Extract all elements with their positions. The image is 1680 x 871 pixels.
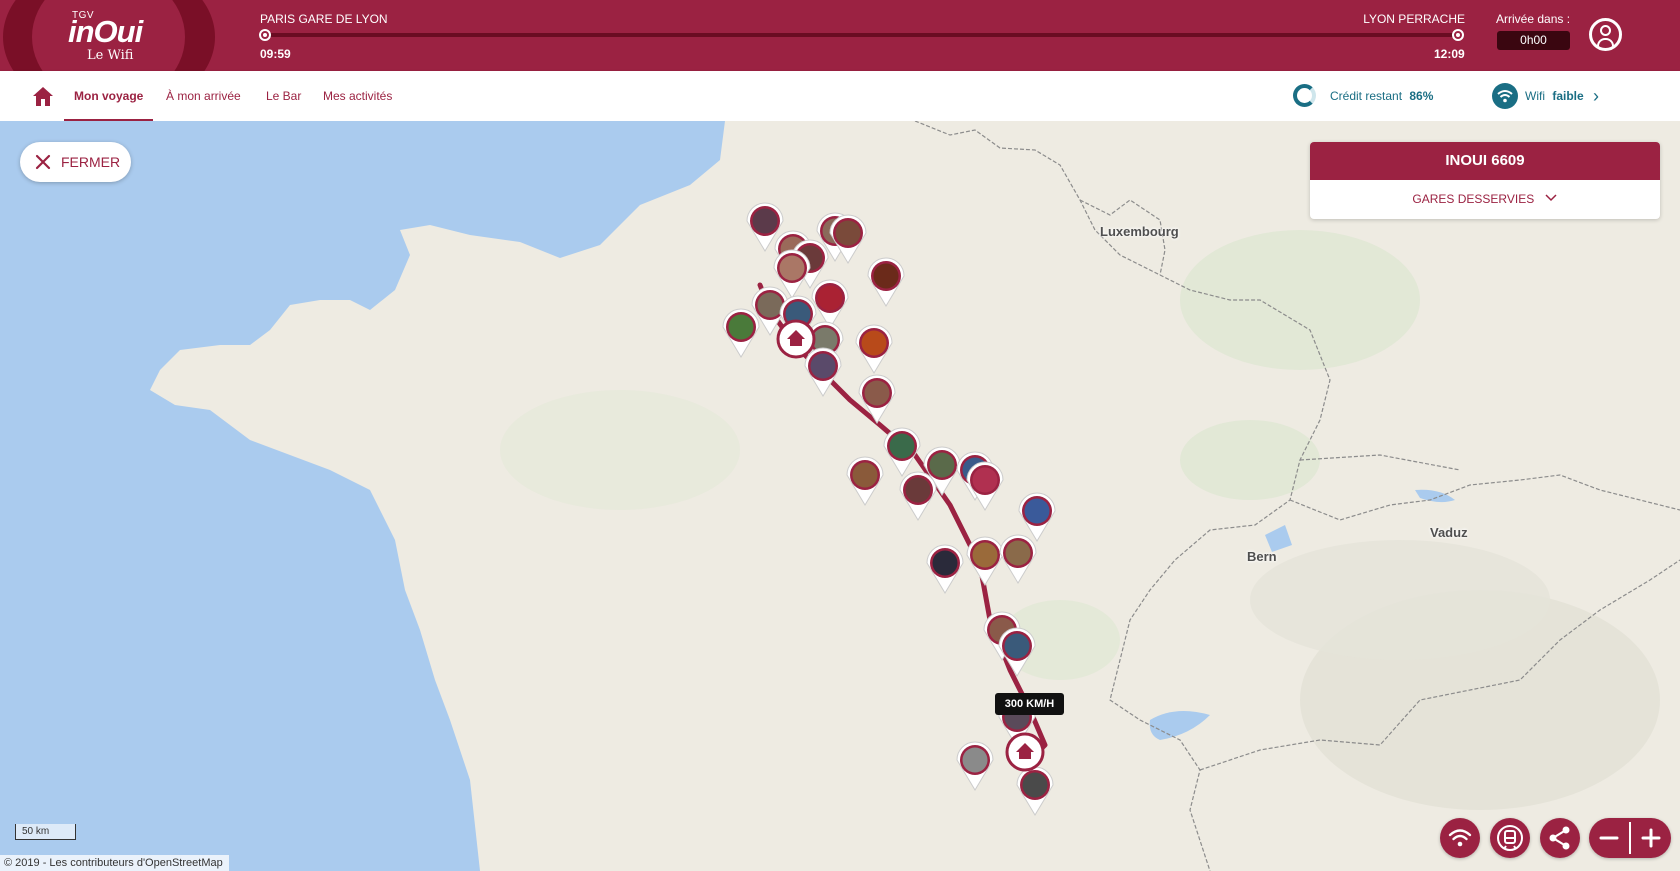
train-speed-badge: 300 KM/H bbox=[995, 693, 1064, 715]
user-account-icon[interactable] bbox=[1589, 18, 1622, 51]
share-icon bbox=[1549, 826, 1570, 850]
wifi-map-button[interactable] bbox=[1440, 818, 1480, 858]
tab-le-bar[interactable]: Le Bar bbox=[266, 71, 301, 121]
tab-mes-activites[interactable]: Mes activités bbox=[323, 71, 392, 121]
credit-remaining[interactable]: Crédit restant 86% bbox=[1293, 83, 1434, 109]
departure-station: PARIS GARE DE LYON bbox=[260, 12, 388, 26]
poi-marker[interactable] bbox=[855, 324, 893, 374]
journey-progress-track bbox=[265, 33, 1460, 37]
close-icon bbox=[35, 154, 51, 170]
arrival-station: LYON PERRACHE bbox=[1363, 12, 1465, 26]
zoom-out-button[interactable] bbox=[1589, 818, 1629, 858]
wifi-value: faible bbox=[1552, 89, 1584, 103]
poi-marker[interactable] bbox=[1018, 492, 1056, 542]
wifi-status[interactable]: Wifi faible bbox=[1525, 83, 1584, 109]
departure-dot bbox=[259, 29, 271, 41]
poi-marker[interactable] bbox=[899, 471, 937, 521]
poi-marker[interactable] bbox=[846, 456, 884, 506]
city-label-luxembourg: Luxembourg bbox=[1100, 224, 1179, 239]
poi-marker[interactable] bbox=[1016, 766, 1054, 816]
credit-label: Crédit restant bbox=[1330, 89, 1403, 103]
close-label: FERMER bbox=[61, 154, 121, 170]
arrival-in-label: Arrivée dans : bbox=[1496, 12, 1571, 26]
train-name: INOUI 6609 bbox=[1310, 142, 1660, 180]
poi-marker[interactable] bbox=[811, 279, 849, 329]
nav-bar: Mon voyage À mon arrivée Le Bar Mes acti… bbox=[0, 71, 1680, 121]
poi-marker[interactable] bbox=[966, 536, 1004, 586]
close-map-button[interactable]: FERMER bbox=[20, 142, 131, 182]
locate-train-button[interactable] bbox=[1490, 818, 1530, 858]
poi-marker[interactable] bbox=[858, 374, 896, 424]
home-icon[interactable] bbox=[32, 85, 54, 107]
poi-markers bbox=[722, 202, 1056, 816]
wifi-status-icon[interactable] bbox=[1492, 83, 1518, 109]
departure-time: 09:59 bbox=[260, 47, 291, 61]
tab-a-mon-arrivee[interactable]: À mon arrivée bbox=[166, 71, 241, 121]
station-marker[interactable] bbox=[1005, 732, 1045, 772]
minus-icon bbox=[1599, 836, 1619, 840]
served-stations-label: GARES DESSERVIES bbox=[1412, 192, 1535, 206]
wifi-label: Wifi bbox=[1525, 89, 1545, 103]
poi-marker[interactable] bbox=[722, 308, 760, 358]
map-attribution[interactable]: © 2019 - Les contributeurs d'OpenStreetM… bbox=[0, 855, 229, 871]
city-label-bern: Bern bbox=[1247, 549, 1277, 564]
chevron-right-icon[interactable]: › bbox=[1593, 83, 1599, 109]
poi-marker[interactable] bbox=[926, 544, 964, 594]
poi-marker[interactable] bbox=[867, 257, 905, 307]
station-marker[interactable] bbox=[776, 319, 816, 359]
credit-ring-icon bbox=[1293, 84, 1316, 107]
poi-marker[interactable] bbox=[883, 427, 921, 477]
poi-marker[interactable] bbox=[999, 534, 1037, 584]
plus-icon bbox=[1641, 828, 1661, 848]
map-scale: 50 km bbox=[15, 824, 76, 840]
train-info-card: INOUI 6609 GARES DESSERVIES bbox=[1310, 142, 1660, 219]
poi-marker[interactable] bbox=[956, 741, 994, 791]
top-bar: TGV inOui Le Wifi PARIS GARE DE LYON LYO… bbox=[0, 0, 1680, 71]
poi-marker[interactable] bbox=[966, 461, 1004, 511]
train-icon bbox=[1497, 825, 1523, 851]
logo-subtitle: Le Wifi bbox=[87, 48, 134, 63]
served-stations-toggle[interactable]: GARES DESSERVIES bbox=[1310, 180, 1660, 219]
poi-marker[interactable] bbox=[998, 627, 1036, 677]
share-button[interactable] bbox=[1540, 818, 1580, 858]
zoom-in-button[interactable] bbox=[1631, 818, 1671, 858]
map-view[interactable]: Luxembourg Bern Vaduz 300 KM/H FERMER IN… bbox=[0, 121, 1680, 871]
logo-brand-text: inOui bbox=[68, 14, 143, 49]
arrival-in-value: 0h00 bbox=[1497, 31, 1570, 50]
zoom-controls bbox=[1589, 818, 1671, 858]
tab-mon-voyage[interactable]: Mon voyage bbox=[64, 71, 154, 121]
wifi-icon bbox=[1448, 829, 1472, 847]
credit-value: 86% bbox=[1409, 89, 1434, 103]
arrival-time: 12:09 bbox=[1434, 47, 1465, 61]
city-label-vaduz: Vaduz bbox=[1430, 525, 1468, 540]
arrival-dot bbox=[1452, 29, 1464, 41]
chevron-down-icon bbox=[1545, 194, 1557, 202]
poi-marker[interactable] bbox=[804, 347, 842, 397]
